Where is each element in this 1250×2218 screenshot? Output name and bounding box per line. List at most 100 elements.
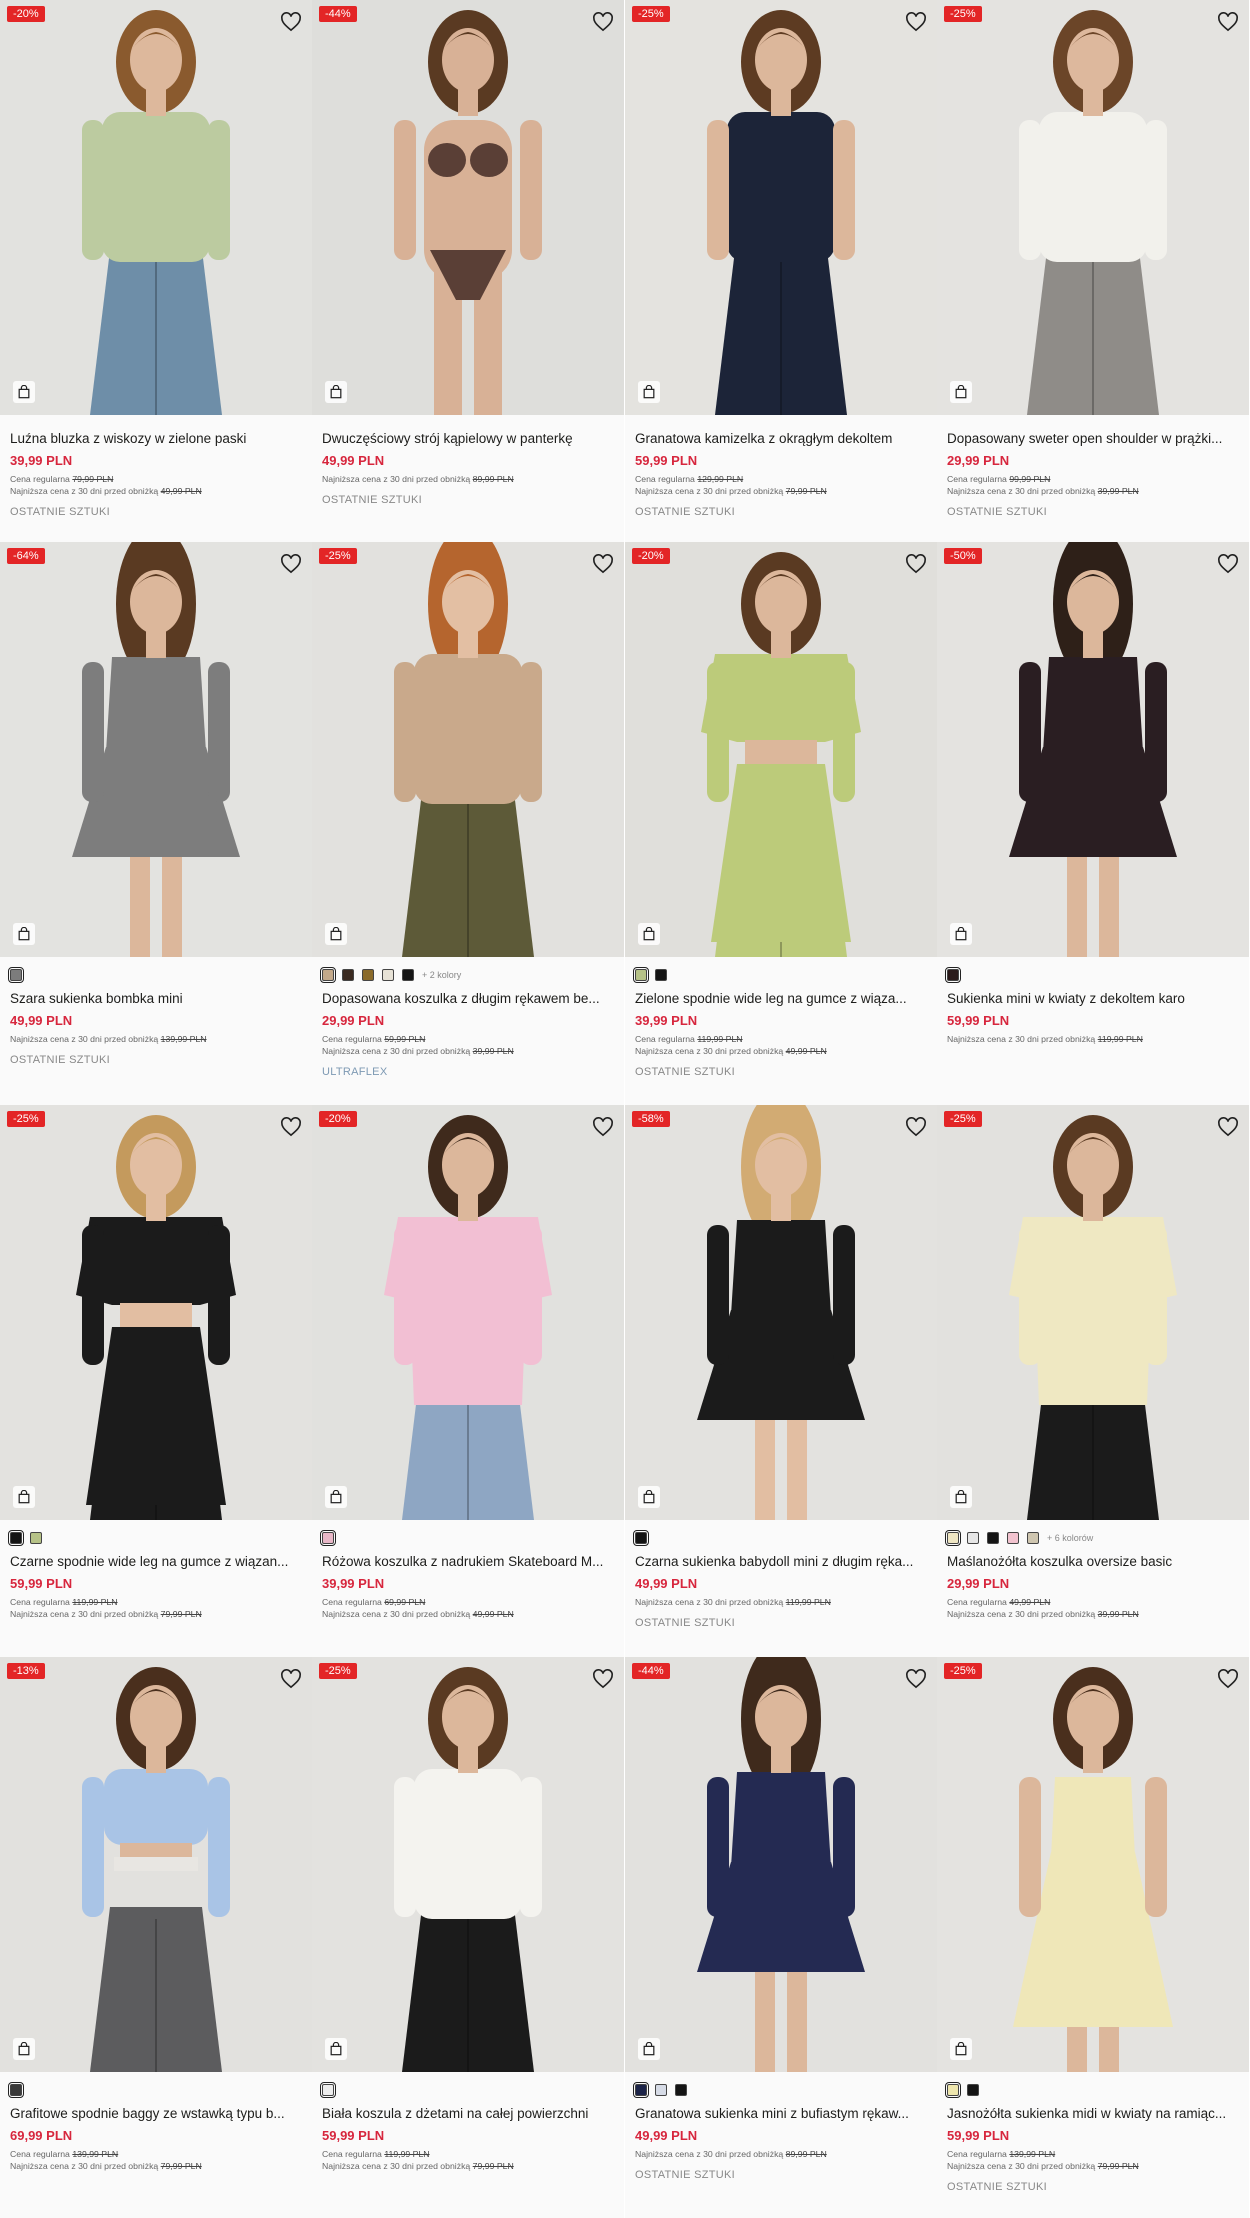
- product-image[interactable]: -20%: [625, 542, 937, 957]
- color-swatch[interactable]: [987, 1532, 999, 1544]
- product-name[interactable]: Dopasowana koszulka z długim rękawem be.…: [322, 990, 616, 1008]
- color-swatch[interactable]: [320, 967, 336, 983]
- product-card[interactable]: -25% Dopasowany sweter open shoulder w pr…: [937, 0, 1249, 542]
- product-name[interactable]: Szara sukienka bombka mini: [10, 990, 304, 1008]
- color-swatch[interactable]: [967, 2084, 979, 2096]
- product-name[interactable]: Dwuczęściowy strój kąpielowy w panterkę: [322, 430, 616, 448]
- heart-icon[interactable]: [280, 1117, 302, 1137]
- color-swatch[interactable]: [945, 2082, 961, 2098]
- color-swatch[interactable]: [655, 969, 667, 981]
- product-name[interactable]: Zielone spodnie wide leg na gumce z wiąz…: [635, 990, 929, 1008]
- product-card[interactable]: -25% Czarne spodnie wide leg na gumce z w…: [0, 1105, 312, 1657]
- product-card[interactable]: -25% + 6 kolorów Maślanożółta koszulka ove…: [937, 1105, 1249, 1657]
- product-image[interactable]: -25%: [312, 542, 624, 957]
- product-name[interactable]: Jasnożółta sukienka midi w kwiaty na ram…: [947, 2105, 1241, 2123]
- heart-icon[interactable]: [592, 554, 614, 574]
- heart-icon[interactable]: [280, 554, 302, 574]
- product-image[interactable]: -44%: [625, 1657, 937, 2072]
- product-name[interactable]: Czarna sukienka babydoll mini z długim r…: [635, 1553, 929, 1571]
- color-swatch[interactable]: [382, 969, 394, 981]
- color-swatch[interactable]: [362, 969, 374, 981]
- product-photo[interactable]: [937, 542, 1249, 957]
- product-photo[interactable]: [312, 542, 624, 957]
- product-name[interactable]: Granatowa kamizelka z okrągłym dekoltem: [635, 430, 929, 448]
- color-swatch[interactable]: [320, 2082, 336, 2098]
- heart-icon[interactable]: [1217, 1117, 1239, 1137]
- color-swatch[interactable]: [8, 1530, 24, 1546]
- shopping-bag-icon[interactable]: [325, 1486, 347, 1508]
- color-swatch[interactable]: [633, 2082, 649, 2098]
- color-swatch[interactable]: [1027, 1532, 1039, 1544]
- shopping-bag-icon[interactable]: [950, 2038, 972, 2060]
- product-card[interactable]: -44% Dwuczęściowy strój kąpielowy w pante…: [312, 0, 624, 542]
- product-card[interactable]: -25% Jasnożółta sukienka midi w kwiaty na…: [937, 1657, 1249, 2218]
- shopping-bag-icon[interactable]: [13, 2038, 35, 2060]
- product-image[interactable]: -20%: [0, 0, 312, 415]
- shopping-bag-icon[interactable]: [13, 1486, 35, 1508]
- heart-icon[interactable]: [905, 1669, 927, 1689]
- product-name[interactable]: Dopasowany sweter open shoulder w prążki…: [947, 430, 1241, 448]
- product-card[interactable]: -25% Biała koszula z dżetami na całej pow…: [312, 1657, 624, 2218]
- heart-icon[interactable]: [1217, 1669, 1239, 1689]
- color-swatch[interactable]: [8, 2082, 24, 2098]
- color-swatch[interactable]: [675, 2084, 687, 2096]
- product-name[interactable]: Sukienka mini w kwiaty z dekoltem karo: [947, 990, 1241, 1008]
- product-name[interactable]: Granatowa sukienka mini z bufiastym ręka…: [635, 2105, 929, 2123]
- product-card[interactable]: -25% + 2 kolory Dopasowana koszulka z dług…: [312, 542, 624, 1105]
- color-swatch[interactable]: [320, 1530, 336, 1546]
- product-image[interactable]: -25%: [937, 0, 1249, 415]
- product-photo[interactable]: [0, 542, 312, 957]
- product-photo[interactable]: [0, 1657, 312, 2072]
- product-image[interactable]: -44%: [312, 0, 624, 415]
- shopping-bag-icon[interactable]: [638, 2038, 660, 2060]
- shopping-bag-icon[interactable]: [325, 381, 347, 403]
- product-card[interactable]: -50% Sukienka mini w kwiaty z dekoltem ka…: [937, 542, 1249, 1105]
- product-image[interactable]: -13%: [0, 1657, 312, 2072]
- color-swatch[interactable]: [945, 1530, 961, 1546]
- color-swatch[interactable]: [967, 1532, 979, 1544]
- product-photo[interactable]: [312, 0, 624, 415]
- product-image[interactable]: -25%: [937, 1657, 1249, 2072]
- more-colors-link[interactable]: + 6 kolorów: [1047, 1533, 1093, 1543]
- product-name[interactable]: Maślanożółta koszulka oversize basic: [947, 1553, 1241, 1571]
- heart-icon[interactable]: [1217, 12, 1239, 32]
- product-photo[interactable]: [312, 1105, 624, 1520]
- product-photo[interactable]: [625, 1105, 937, 1520]
- product-image[interactable]: -25%: [625, 0, 937, 415]
- product-card[interactable]: -13% Grafitowe spodnie baggy ze wstawką t…: [0, 1657, 312, 2218]
- shopping-bag-icon[interactable]: [325, 923, 347, 945]
- shopping-bag-icon[interactable]: [638, 923, 660, 945]
- product-name[interactable]: Różowa koszulka z nadrukiem Skateboard M…: [322, 1553, 616, 1571]
- product-name[interactable]: Grafitowe spodnie baggy ze wstawką typu …: [10, 2105, 304, 2123]
- product-photo[interactable]: [937, 1657, 1249, 2072]
- product-photo[interactable]: [625, 542, 937, 957]
- heart-icon[interactable]: [905, 12, 927, 32]
- color-swatch[interactable]: [342, 969, 354, 981]
- product-card[interactable]: -25% Granatowa kamizelka z okrągłym dekol…: [625, 0, 937, 542]
- product-photo[interactable]: [937, 1105, 1249, 1520]
- color-swatch[interactable]: [945, 967, 961, 983]
- heart-icon[interactable]: [280, 12, 302, 32]
- shopping-bag-icon[interactable]: [13, 923, 35, 945]
- shopping-bag-icon[interactable]: [638, 1486, 660, 1508]
- shopping-bag-icon[interactable]: [325, 2038, 347, 2060]
- product-card[interactable]: -64% Szara sukienka bombka mini 49,99 PLN N…: [0, 542, 312, 1105]
- product-image[interactable]: -64%: [0, 542, 312, 957]
- product-photo[interactable]: [625, 0, 937, 415]
- product-card[interactable]: -58% Czarna sukienka babydoll mini z dług…: [625, 1105, 937, 1657]
- product-image[interactable]: -58%: [625, 1105, 937, 1520]
- product-image[interactable]: -25%: [0, 1105, 312, 1520]
- product-card[interactable]: -20% Różowa koszulka z nadrukiem Skateboa…: [312, 1105, 624, 1657]
- color-swatch[interactable]: [402, 969, 414, 981]
- shopping-bag-icon[interactable]: [638, 381, 660, 403]
- product-photo[interactable]: [625, 1657, 937, 2072]
- product-photo[interactable]: [0, 1105, 312, 1520]
- product-name[interactable]: Luźna bluzka z wiskozy w zielone paski: [10, 430, 304, 448]
- product-image[interactable]: -50%: [937, 542, 1249, 957]
- product-photo[interactable]: [312, 1657, 624, 2072]
- color-swatch[interactable]: [633, 1530, 649, 1546]
- shopping-bag-icon[interactable]: [950, 923, 972, 945]
- heart-icon[interactable]: [592, 12, 614, 32]
- heart-icon[interactable]: [905, 1117, 927, 1137]
- heart-icon[interactable]: [592, 1669, 614, 1689]
